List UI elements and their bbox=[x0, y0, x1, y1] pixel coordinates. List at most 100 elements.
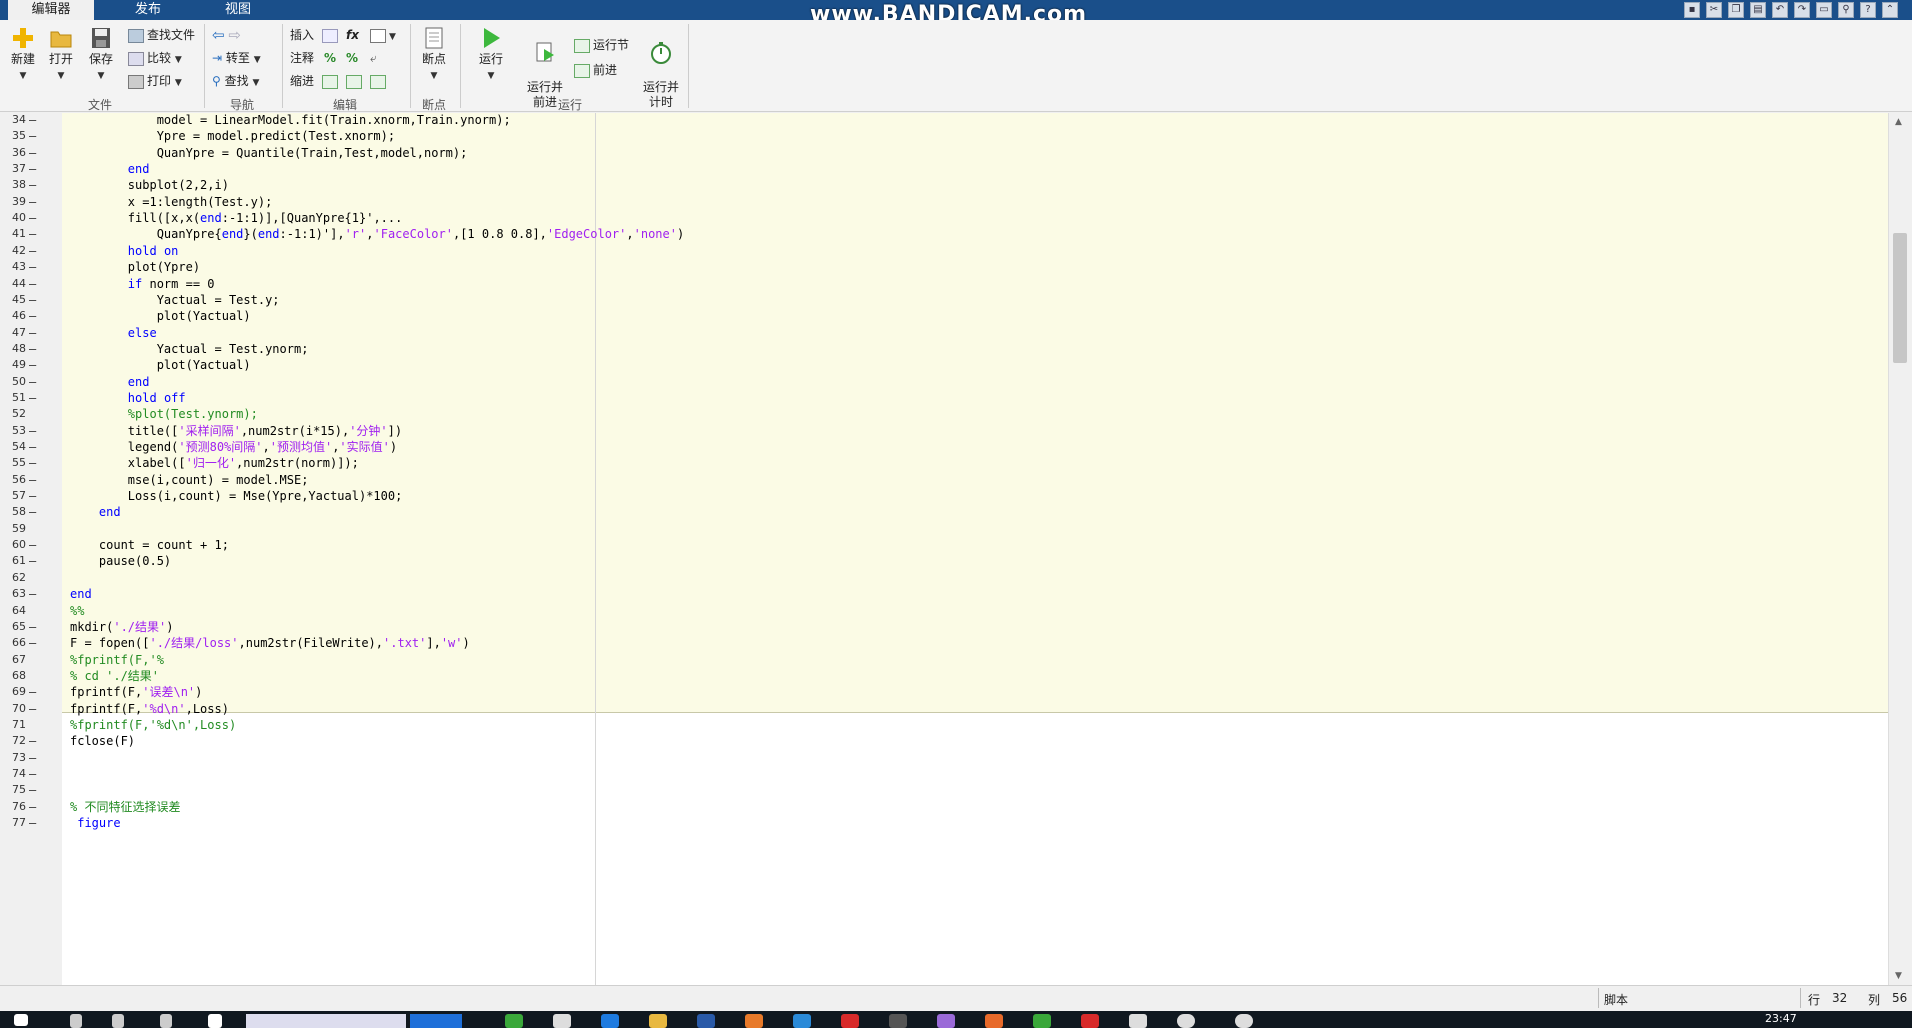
group-separator bbox=[410, 24, 411, 108]
new-plus-icon bbox=[13, 28, 33, 48]
collapse-ribbon-icon[interactable]: ⌃ bbox=[1882, 2, 1898, 18]
scrollbar-thumb[interactable] bbox=[1893, 233, 1907, 363]
app-icon-orange[interactable] bbox=[745, 1014, 763, 1028]
tab-publish[interactable]: 发布 bbox=[106, 0, 190, 20]
line-number: 77 bbox=[12, 816, 26, 830]
tab-view[interactable]: 视图 bbox=[196, 0, 280, 20]
app-icon-circle[interactable] bbox=[1177, 1014, 1195, 1028]
breakpoint-page-icon bbox=[425, 27, 443, 49]
redo-icon[interactable]: ↷ bbox=[1794, 2, 1810, 18]
app-icon-dark[interactable] bbox=[889, 1014, 907, 1028]
advance-label: 前进 bbox=[593, 63, 618, 77]
app-icon-white[interactable] bbox=[1129, 1014, 1147, 1028]
task-view-icon[interactable] bbox=[160, 1014, 172, 1028]
breakpoint-marker[interactable]: – bbox=[29, 813, 39, 833]
row-label: 行 bbox=[1808, 993, 1821, 1007]
save-button[interactable]: 保存 ▼ bbox=[84, 26, 118, 81]
status-separator bbox=[1800, 988, 1801, 1008]
run-and-time-label: 运行并 计时 bbox=[642, 80, 679, 109]
code-line[interactable]: 77– figure bbox=[0, 813, 1880, 833]
file-explorer-icon[interactable] bbox=[649, 1014, 667, 1028]
edit-group-label: 编辑 bbox=[332, 98, 357, 112]
undo-icon[interactable]: ↶ bbox=[1772, 2, 1788, 18]
run-section-button[interactable]: 运行节 bbox=[574, 35, 629, 55]
insert-function-dropdown[interactable]: ▼ bbox=[370, 25, 396, 45]
group-separator bbox=[460, 24, 461, 108]
compare-button[interactable]: 比较 ▼ bbox=[128, 48, 182, 68]
store-icon[interactable] bbox=[553, 1014, 571, 1028]
breakpoints-button[interactable]: 断点 ▼ bbox=[416, 26, 452, 81]
insert-function-icon bbox=[370, 28, 386, 43]
fx-button[interactable]: fx bbox=[346, 25, 359, 45]
group-separator bbox=[204, 24, 205, 108]
search-docs-icon[interactable]: ⚲ bbox=[1838, 2, 1854, 18]
insert-label: 插入 bbox=[290, 28, 315, 42]
comment-button[interactable]: 注释 bbox=[290, 48, 314, 68]
print-label: 打印 bbox=[147, 74, 172, 88]
app-icon-purple[interactable] bbox=[937, 1014, 955, 1028]
app-icon-red[interactable] bbox=[841, 1014, 859, 1028]
chat-app-icon[interactable] bbox=[208, 1014, 222, 1028]
find-button[interactable]: ⚲ 查找 ▼ bbox=[212, 71, 259, 91]
app-icon-cyan[interactable] bbox=[793, 1014, 811, 1028]
new-button[interactable]: 新建 ▼ bbox=[6, 26, 40, 81]
open-window-task[interactable] bbox=[246, 1014, 406, 1028]
insert-section-icon[interactable] bbox=[322, 25, 341, 45]
stopwatch-icon bbox=[651, 42, 671, 64]
group-separator bbox=[282, 24, 283, 108]
app-icon-green[interactable] bbox=[1033, 1014, 1051, 1028]
status-bar: 脚本 行 32 列 56 bbox=[0, 985, 1912, 1011]
decrease-indent-icon[interactable] bbox=[346, 71, 365, 91]
find-label: 查找 bbox=[224, 74, 249, 88]
increase-indent-icon[interactable] bbox=[370, 71, 389, 91]
forward-arrow-icon: ⇨ bbox=[228, 26, 241, 44]
find-files-button[interactable]: 查找文件 bbox=[128, 25, 195, 45]
run-advance-icon bbox=[536, 42, 554, 62]
print-button[interactable]: 打印 ▼ bbox=[128, 71, 182, 91]
file-group-label: 文件 bbox=[87, 98, 112, 112]
paste-icon[interactable]: ▤ bbox=[1750, 2, 1766, 18]
wechat-icon[interactable] bbox=[505, 1014, 523, 1028]
back-arrow-icon: ⇦ bbox=[212, 26, 225, 44]
find-files-icon bbox=[128, 28, 144, 43]
run-and-time-button[interactable]: 运行并 计时 bbox=[638, 26, 684, 110]
code-editor[interactable]: 34– model = LinearModel.fit(Train.xnorm,… bbox=[0, 113, 1912, 985]
scroll-up-icon[interactable]: ▲ bbox=[1895, 117, 1902, 127]
back-forward-buttons[interactable]: ⇦ ⇨ bbox=[212, 25, 241, 45]
insert-button[interactable]: 插入 bbox=[290, 25, 314, 45]
ribbon-toolbar: 新建 ▼ 打开 ▼ 保存 ▼ 查找文件 比较 ▼ 打印 ▼ 文件 ⇦ ⇨ ⇥ 转至 ▼… bbox=[0, 20, 1912, 112]
app-icon-circle2[interactable] bbox=[1235, 1014, 1253, 1028]
goto-button[interactable]: ⇥ 转至 ▼ bbox=[212, 48, 261, 68]
folder-icon bbox=[50, 31, 72, 48]
active-window-task[interactable] bbox=[410, 1014, 462, 1028]
app-icon-red2[interactable] bbox=[1081, 1014, 1099, 1028]
comment-percent-icon[interactable]: % bbox=[324, 48, 336, 68]
windows-start-icon[interactable] bbox=[14, 1014, 28, 1026]
code-text: figure bbox=[77, 816, 121, 831]
quick-save-icon[interactable]: ▪ bbox=[1684, 2, 1700, 18]
wrap-comments-icon[interactable]: ⤶ bbox=[370, 48, 377, 68]
run-button[interactable]: 运行 ▼ bbox=[472, 26, 510, 81]
copy-icon[interactable]: ❐ bbox=[1728, 2, 1744, 18]
edge-icon[interactable] bbox=[601, 1014, 619, 1028]
uncomment-icon[interactable]: % bbox=[346, 48, 358, 68]
cortana-icon[interactable] bbox=[112, 1014, 124, 1028]
help-icon[interactable]: ? bbox=[1860, 2, 1876, 18]
tab-editor[interactable]: 编辑器 bbox=[8, 0, 94, 20]
breakpoints-group-label: 断点 bbox=[421, 98, 446, 112]
vertical-scrollbar[interactable]: ▲ ▼ bbox=[1888, 113, 1912, 985]
window-layout-icon[interactable]: ▭ bbox=[1816, 2, 1832, 18]
smart-indent-icon[interactable] bbox=[322, 71, 341, 91]
row-value: 32 bbox=[1832, 991, 1848, 1005]
cut-icon[interactable]: ✂ bbox=[1706, 2, 1722, 18]
os-taskbar: 23:47 bbox=[0, 1011, 1912, 1028]
matlab-icon[interactable] bbox=[985, 1014, 1003, 1028]
comment-label: 注释 bbox=[290, 51, 315, 65]
indent-button[interactable]: 缩进 bbox=[290, 71, 314, 91]
open-button[interactable]: 打开 ▼ bbox=[44, 26, 78, 81]
search-icon[interactable] bbox=[70, 1014, 82, 1028]
scroll-down-icon[interactable]: ▼ bbox=[1895, 971, 1902, 981]
app-icon-blue[interactable] bbox=[697, 1014, 715, 1028]
ribbon-tab-bar: 编辑器 发布 视图 www.BANDICAM.com ▪ ✂ ❐ ▤ ↶ ↷ ▭… bbox=[0, 0, 1912, 26]
advance-button[interactable]: 前进 bbox=[574, 60, 617, 80]
